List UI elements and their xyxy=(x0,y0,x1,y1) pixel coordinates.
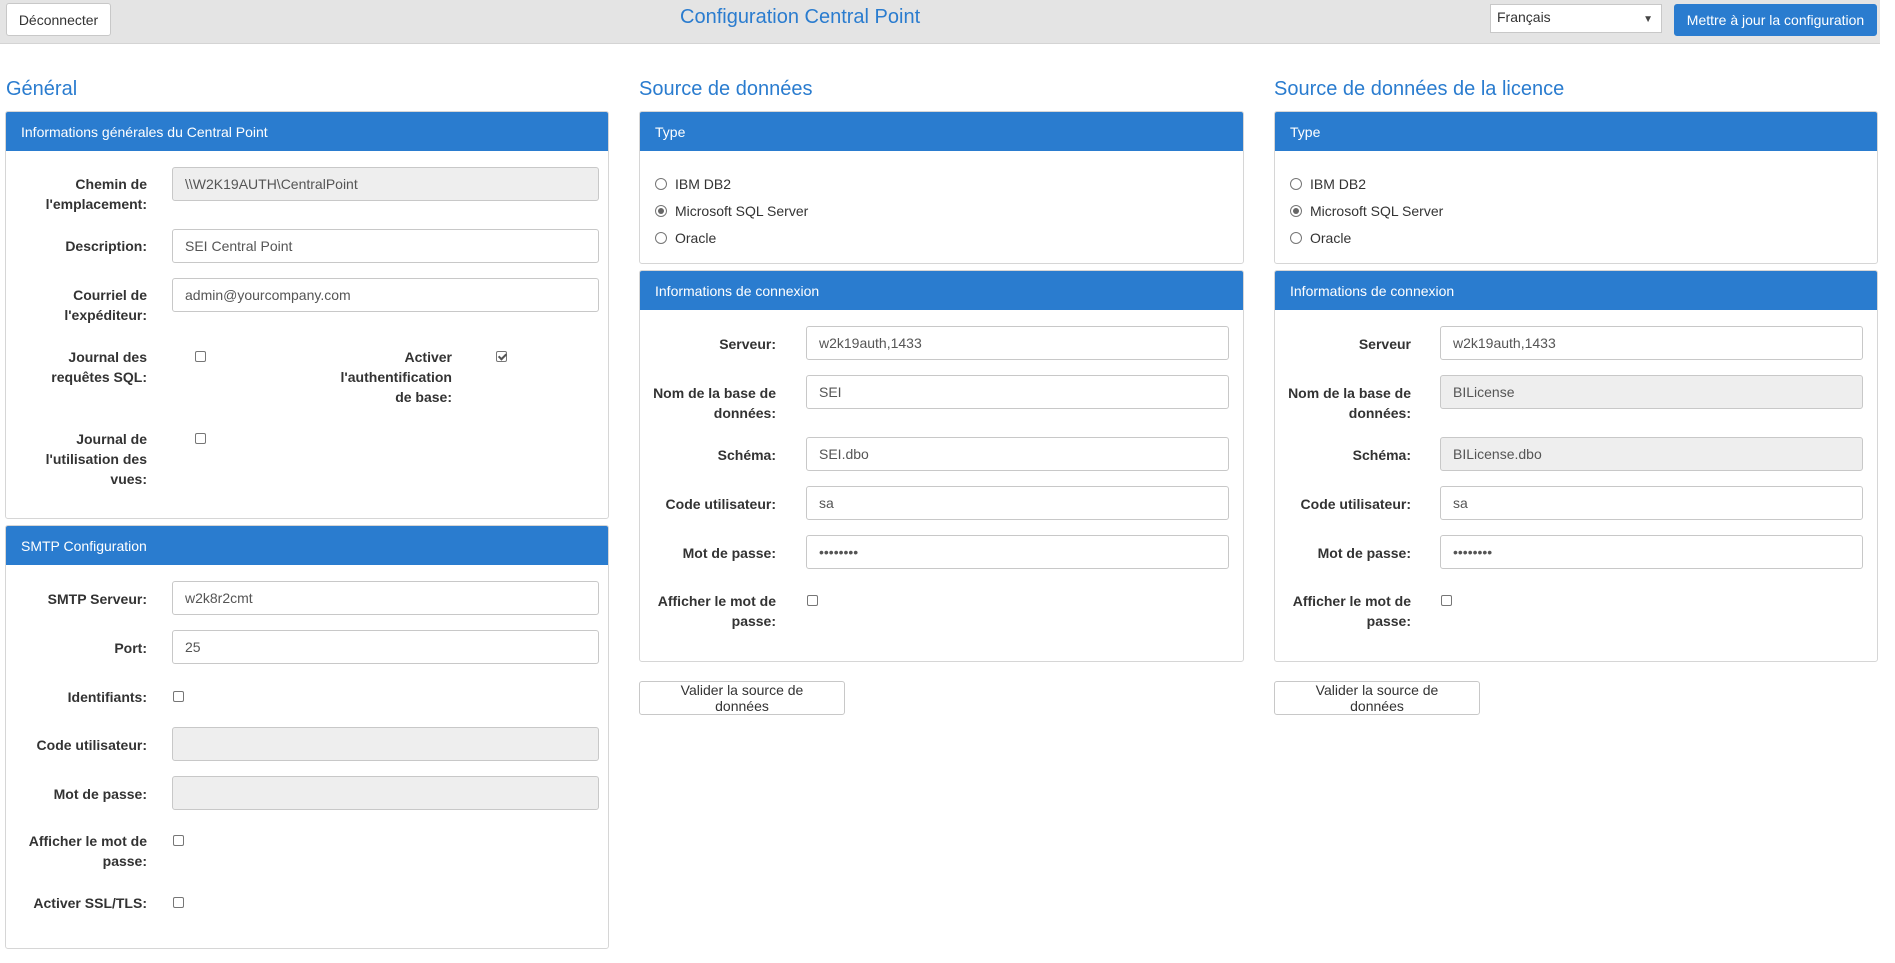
basic-auth-label: Activer l'authentification de base: xyxy=(340,349,452,405)
license-type-header: Type xyxy=(1275,112,1877,151)
ds-user-label: Code utilisateur: xyxy=(665,496,776,512)
general-title: Général xyxy=(6,78,78,100)
ds-validate-button[interactable]: Valider la source de données xyxy=(639,681,845,715)
smtp-show-password-checkbox[interactable] xyxy=(173,835,184,846)
datasource-type-oracle[interactable]: Oracle xyxy=(655,230,716,246)
ssl-label: Activer SSL/TLS: xyxy=(33,895,147,911)
license-title: Source de données de la licence xyxy=(1274,78,1565,100)
license-conn-header: Informations de connexion xyxy=(1275,271,1877,310)
license-type-mssql[interactable]: Microsoft SQL Server xyxy=(1290,203,1443,219)
sql-log-label: Journal des requêtes SQL: xyxy=(51,349,147,385)
ds-schema-label: Schéma: xyxy=(717,447,776,463)
sender-email-input[interactable]: admin@yourcompany.com xyxy=(172,278,599,312)
smtp-panel: SMTP Configuration SMTP Serveur: w2k8r2c… xyxy=(5,525,609,949)
datasource-type-db2[interactable]: IBM DB2 xyxy=(655,176,731,192)
language-value: Français xyxy=(1497,9,1551,25)
smtp-header: SMTP Configuration xyxy=(6,526,608,565)
page-title: Configuration Central Point xyxy=(680,6,921,28)
license-radio-oracle[interactable] xyxy=(1290,232,1302,244)
lic-server-label: Serveur xyxy=(1358,336,1411,352)
radio-mssql[interactable] xyxy=(655,205,667,217)
smtp-server-label: SMTP Serveur: xyxy=(47,591,147,607)
smtp-port-input[interactable]: 25 xyxy=(172,630,599,664)
sender-email-label: Courriel de l'expéditeur: xyxy=(64,287,147,323)
license-radio-oracle-label: Oracle xyxy=(1310,230,1352,246)
ds-schema-input[interactable]: SEI.dbo xyxy=(806,437,1229,471)
smtp-server-input[interactable]: w2k8r2cmt xyxy=(172,581,599,615)
credentials-checkbox[interactable] xyxy=(173,691,184,702)
ds-server-label: Serveur: xyxy=(719,336,776,352)
lic-schema-input[interactable]: BILicense.dbo xyxy=(1440,437,1863,471)
license-radio-mssql-label: Microsoft SQL Server xyxy=(1310,203,1444,219)
lic-validate-button[interactable]: Valider la source de données xyxy=(1274,681,1480,715)
radio-db2-label: IBM DB2 xyxy=(675,176,732,192)
top-bar: Déconnecter Configuration Central Point … xyxy=(0,0,1880,44)
radio-oracle[interactable] xyxy=(655,232,667,244)
lic-user-input[interactable]: sa xyxy=(1440,486,1863,520)
language-select[interactable]: Français ▼ xyxy=(1490,4,1662,33)
datasource-type-panel: Type IBM DB2 Microsoft SQL Server Oracle xyxy=(639,111,1244,264)
license-radio-mssql[interactable] xyxy=(1290,205,1302,217)
credentials-label: Identifiants: xyxy=(67,689,147,705)
view-log-label: Journal de l'utilisation des vues: xyxy=(45,431,147,487)
license-radio-db2[interactable] xyxy=(1290,178,1302,190)
smtp-show-password-label: Afficher le mot de passe: xyxy=(28,833,147,869)
ds-db-label: Nom de la base de données: xyxy=(653,385,776,421)
datasource-type-header: Type xyxy=(640,112,1243,151)
smtp-port-label: Port: xyxy=(114,640,147,656)
ssl-checkbox[interactable] xyxy=(173,897,184,908)
general-info-panel: Informations générales du Central Point … xyxy=(5,111,609,519)
ds-db-input[interactable]: SEI xyxy=(806,375,1229,409)
lic-server-input[interactable]: w2k19auth,1433 xyxy=(1440,326,1863,360)
smtp-user-input[interactable] xyxy=(172,727,599,761)
license-type-panel: Type IBM DB2 Microsoft SQL Server Oracle xyxy=(1274,111,1878,264)
lic-show-password-checkbox[interactable] xyxy=(1441,595,1452,606)
license-radio-db2-label: IBM DB2 xyxy=(1310,176,1367,192)
basic-auth-checkbox[interactable] xyxy=(496,351,507,362)
lic-user-label: Code utilisateur: xyxy=(1300,496,1411,512)
chevron-down-icon: ▼ xyxy=(1643,14,1653,25)
lic-db-input[interactable]: BILicense xyxy=(1440,375,1863,409)
general-info-header: Informations générales du Central Point xyxy=(6,112,608,151)
radio-mssql-label: Microsoft SQL Server xyxy=(675,203,809,219)
smtp-password-input[interactable] xyxy=(172,776,599,810)
lic-show-password-label: Afficher le mot de passe: xyxy=(1292,593,1411,629)
lic-password-label: Mot de passe: xyxy=(1317,545,1411,561)
datasource-type-mssql[interactable]: Microsoft SQL Server xyxy=(655,203,808,219)
ds-password-label: Mot de passe: xyxy=(682,545,776,561)
path-input[interactable]: \\W2K19AUTH\CentralPoint xyxy=(172,167,599,201)
ds-show-password-label: Afficher le mot de passe: xyxy=(657,593,776,629)
view-log-checkbox[interactable] xyxy=(195,433,206,444)
license-type-db2[interactable]: IBM DB2 xyxy=(1290,176,1366,192)
description-input[interactable]: SEI Central Point xyxy=(172,229,599,263)
license-type-oracle[interactable]: Oracle xyxy=(1290,230,1351,246)
radio-oracle-label: Oracle xyxy=(675,230,717,246)
logout-button[interactable]: Déconnecter xyxy=(6,3,111,36)
ds-user-input[interactable]: sa xyxy=(806,486,1229,520)
datasource-title: Source de données xyxy=(639,78,813,100)
datasource-conn-header: Informations de connexion xyxy=(640,271,1243,310)
ds-server-input[interactable]: w2k19auth,1433 xyxy=(806,326,1229,360)
description-label: Description: xyxy=(65,238,147,254)
license-conn-panel: Informations de connexion Serveur w2k19a… xyxy=(1274,270,1878,662)
ds-show-password-checkbox[interactable] xyxy=(807,595,818,606)
sql-log-checkbox[interactable] xyxy=(195,351,206,362)
path-label: Chemin de l'emplacement: xyxy=(45,176,147,212)
radio-db2[interactable] xyxy=(655,178,667,190)
lic-db-label: Nom de la base de données: xyxy=(1288,385,1411,421)
datasource-conn-panel: Informations de connexion Serveur: w2k19… xyxy=(639,270,1244,662)
update-config-button[interactable]: Mettre à jour la configuration xyxy=(1674,4,1877,36)
smtp-password-label: Mot de passe: xyxy=(53,786,147,802)
smtp-user-label: Code utilisateur: xyxy=(36,737,147,753)
lic-schema-label: Schéma: xyxy=(1352,447,1411,463)
ds-password-input[interactable]: •••••••• xyxy=(806,535,1229,569)
lic-password-input[interactable]: •••••••• xyxy=(1440,535,1863,569)
